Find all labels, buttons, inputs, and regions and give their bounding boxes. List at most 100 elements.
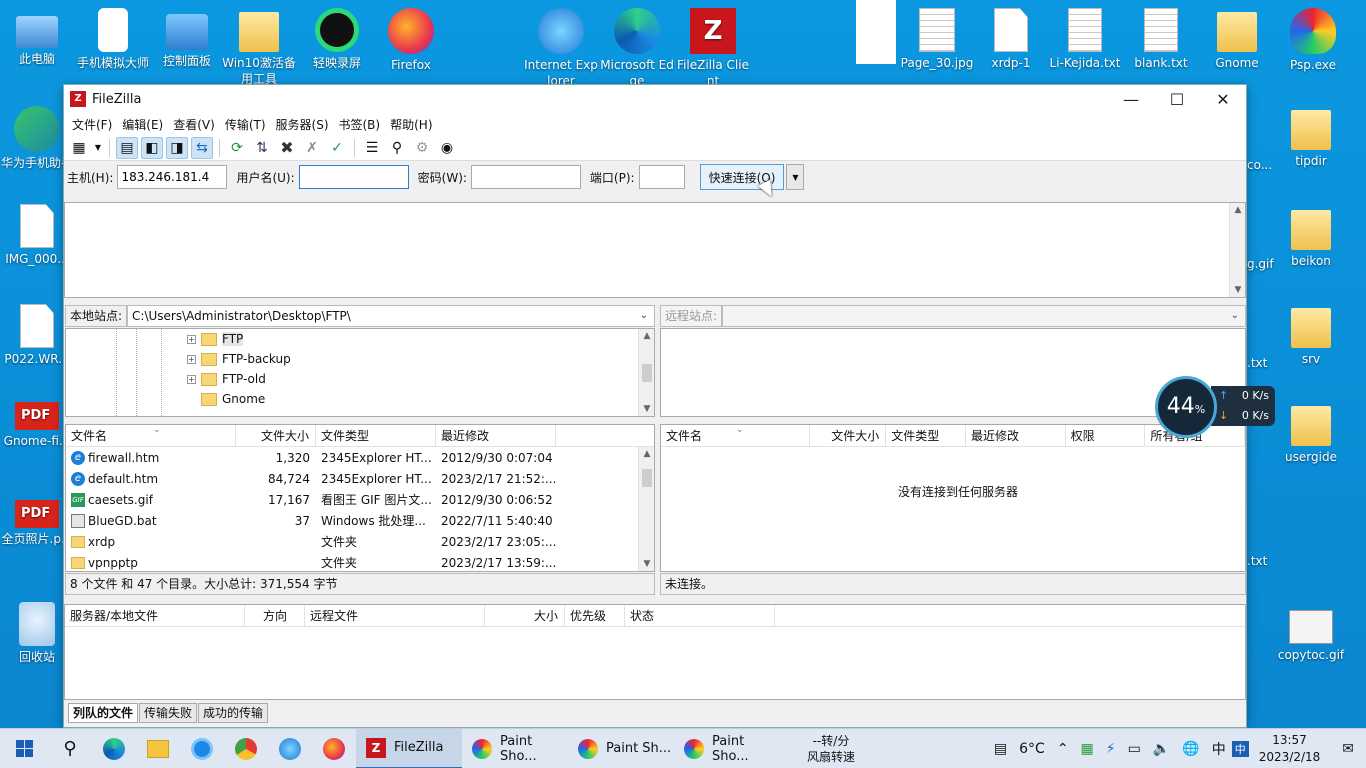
battery-icon[interactable]: ▭ xyxy=(1122,741,1147,757)
tray-bolt-icon[interactable]: ⚡ xyxy=(1100,741,1122,757)
tree-scrollbar[interactable]: ▲ ▼ xyxy=(638,329,654,416)
host-input[interactable] xyxy=(117,165,228,189)
file-explorer-icon[interactable] xyxy=(136,729,180,768)
file-row[interactable]: e firewall.htm 1,320 2345Explorer HT... 2012… xyxy=(66,447,654,468)
file-row[interactable]: e default.htm 84,724 2345Explorer HT... 2023… xyxy=(66,468,654,489)
browser-2345-icon[interactable] xyxy=(180,729,224,768)
tree-item[interactable]: + FTP-backup xyxy=(187,349,654,369)
network-meter-widget[interactable]: ↑ 0 K/s ↓ 0 K/s 44% xyxy=(1155,376,1275,438)
desktop-icon-srv[interactable]: srv xyxy=(1274,304,1348,380)
message-log[interactable]: ▲ ▼ xyxy=(64,202,1246,298)
tree-item[interactable]: + FTP-old xyxy=(187,369,654,389)
directory-listing-filter-icon[interactable]: ☰ xyxy=(361,137,383,159)
reconnect-icon[interactable]: ✓ xyxy=(326,137,348,159)
file-row[interactable]: BlueGD.bat 37 Windows 批处理... 2022/7/11 5:40… xyxy=(66,510,654,531)
tab-successful-transfers[interactable]: 成功的传输 xyxy=(198,703,269,723)
column-direction[interactable]: 方向 xyxy=(245,604,305,627)
desktop-icon-xrdp1[interactable]: xrdp-1 xyxy=(974,8,1048,84)
remote-path-input[interactable]: ⌄ xyxy=(722,305,1246,327)
desktop-icon-filezilla[interactable]: Z FileZilla Client xyxy=(676,8,750,84)
chevron-down-icon[interactable]: ▼ xyxy=(93,137,103,159)
chevron-up-icon[interactable]: ⌃ xyxy=(1051,741,1075,757)
quickconnect-history-button[interactable]: ▼ xyxy=(786,164,805,190)
desktop-icon-likejida[interactable]: Li-Kejida.txt xyxy=(1048,8,1122,84)
menu-help[interactable]: 帮助(H) xyxy=(386,116,436,133)
username-input[interactable] xyxy=(298,165,409,189)
expand-icon[interactable]: + xyxy=(187,334,196,344)
desktop-icon-copytoc[interactable]: copytoc.gif xyxy=(1274,604,1348,680)
search-icon[interactable]: ⚲ xyxy=(48,729,92,768)
tab-queued-files[interactable]: 列队的文件 xyxy=(68,703,139,723)
menu-view[interactable]: 查看(V) xyxy=(169,116,219,133)
cancel-icon[interactable]: ✖ xyxy=(276,137,298,159)
tree-item[interactable]: + FTP xyxy=(187,329,654,349)
input-method-icon[interactable]: 中 xyxy=(1231,741,1249,757)
fan-speed-widget[interactable]: --转/分 风扇转速 xyxy=(786,733,876,765)
port-input[interactable] xyxy=(638,165,685,189)
desktop-icon-gnome[interactable]: Gnome xyxy=(1200,8,1274,84)
desktop-icon-control-panel[interactable]: 控制面板 xyxy=(150,8,224,84)
column-modified[interactable]: 最近修改 xyxy=(966,425,1066,447)
toggle-queue-icon[interactable]: ⇆ xyxy=(191,136,213,159)
sync-browse-icon[interactable]: ⚙ xyxy=(411,137,433,159)
close-button[interactable]: ✕ xyxy=(1200,85,1246,113)
edge-taskbar-icon[interactable] xyxy=(92,729,136,768)
chevron-down-icon[interactable]: ⌄ xyxy=(640,306,648,326)
desktop-icon-win10-tool[interactable]: Win10激活备用工具 xyxy=(222,8,296,84)
title-bar[interactable]: Z FileZilla — ☐ ✕ xyxy=(64,85,1246,113)
menu-bookmarks[interactable]: 书签(B) xyxy=(335,116,385,133)
minimize-button[interactable]: — xyxy=(1108,85,1154,113)
chrome-icon[interactable] xyxy=(224,729,268,768)
column-size[interactable]: 大小 xyxy=(485,604,565,627)
desktop-icon-tipdir[interactable]: tipdir xyxy=(1274,106,1348,182)
tray-app-icon[interactable]: ▦ xyxy=(1075,741,1100,757)
weather-icon[interactable]: ▤ xyxy=(988,741,1013,757)
remote-file-list[interactable]: 文件名 文件大小 文件类型 最近修改 权限 所有者/组 ⌄ 没有连接到任何服务器 xyxy=(660,424,1246,572)
desktop-icon-screen-recorder[interactable]: 轻映录屏 xyxy=(300,8,374,84)
desktop-icon-edge[interactable]: Microsoft Edge xyxy=(600,8,674,84)
column-filetype[interactable]: 文件类型 xyxy=(886,425,966,447)
taskbar-app-paintshop-3[interactable]: Paint Sho... xyxy=(674,729,780,768)
column-filesize[interactable]: 文件大小 xyxy=(810,425,887,447)
column-filesize[interactable]: 文件大小 xyxy=(236,425,316,447)
column-modified[interactable]: 最近修改 xyxy=(436,425,556,447)
file-row[interactable]: GIF caesets.gif 17,167 看图王 GIF 图片文... 2012/9… xyxy=(66,489,654,510)
toggle-log-icon[interactable]: ▤ xyxy=(116,136,138,159)
ie-taskbar-icon[interactable] xyxy=(268,729,312,768)
column-priority[interactable]: 优先级 xyxy=(565,604,625,627)
transfer-queue[interactable]: 服务器/本地文件 方向 远程文件 大小 优先级 状态 xyxy=(64,604,1246,700)
toggle-remote-tree-icon[interactable]: ◨ xyxy=(166,136,188,159)
log-scrollbar[interactable]: ▲ ▼ xyxy=(1229,203,1245,297)
column-status[interactable]: 状态 xyxy=(625,604,775,627)
site-manager-icon[interactable]: ▦ xyxy=(68,137,90,159)
weather-temp[interactable]: 6°C xyxy=(1013,741,1051,757)
clock[interactable]: 13:57 2023/2/18 xyxy=(1249,732,1331,766)
search-icon[interactable]: ⚲ xyxy=(386,137,408,159)
desktop-icon-usergide[interactable]: usergide xyxy=(1274,402,1348,478)
desktop-icon-ie[interactable]: Internet Explorer xyxy=(524,8,598,84)
ime-indicator[interactable]: 中 xyxy=(1206,739,1232,759)
menu-file[interactable]: 文件(F) xyxy=(68,116,116,133)
binoculars-icon[interactable]: ◉ xyxy=(436,137,458,159)
tab-failed-transfers[interactable]: 传输失败 xyxy=(139,703,198,723)
volume-icon[interactable]: 🔈 xyxy=(1147,741,1176,757)
toggle-local-tree-icon[interactable]: ◧ xyxy=(141,136,163,159)
expand-icon[interactable]: + xyxy=(187,374,196,384)
disconnect-icon[interactable]: ✗ xyxy=(301,137,323,159)
menu-transfer[interactable]: 传输(T) xyxy=(221,116,270,133)
notification-icon[interactable]: ✉ xyxy=(1330,741,1366,757)
desktop-icon-firefox[interactable]: Firefox xyxy=(374,8,448,84)
taskbar-app-paintshop-2[interactable]: Paint Sh... xyxy=(568,729,674,768)
expand-icon[interactable]: + xyxy=(187,354,196,364)
file-list-scrollbar[interactable]: ▲ ▼ xyxy=(638,447,654,571)
column-filetype[interactable]: 文件类型 xyxy=(316,425,436,447)
desktop-icon-blank[interactable]: blank.txt xyxy=(1124,8,1198,84)
column-permissions[interactable]: 权限 xyxy=(1066,425,1146,447)
process-queue-icon[interactable]: ⇅ xyxy=(251,137,273,159)
menu-server[interactable]: 服务器(S) xyxy=(272,116,333,133)
maximize-button[interactable]: ☐ xyxy=(1154,85,1200,113)
firefox-taskbar-icon[interactable] xyxy=(312,729,356,768)
local-file-list[interactable]: 文件名 文件大小 文件类型 最近修改 ⌄ e firewall.htm 1,320 2… xyxy=(65,424,655,572)
password-input[interactable] xyxy=(470,165,581,189)
taskbar-app-paintshop-1[interactable]: Paint Sho... xyxy=(462,729,568,768)
